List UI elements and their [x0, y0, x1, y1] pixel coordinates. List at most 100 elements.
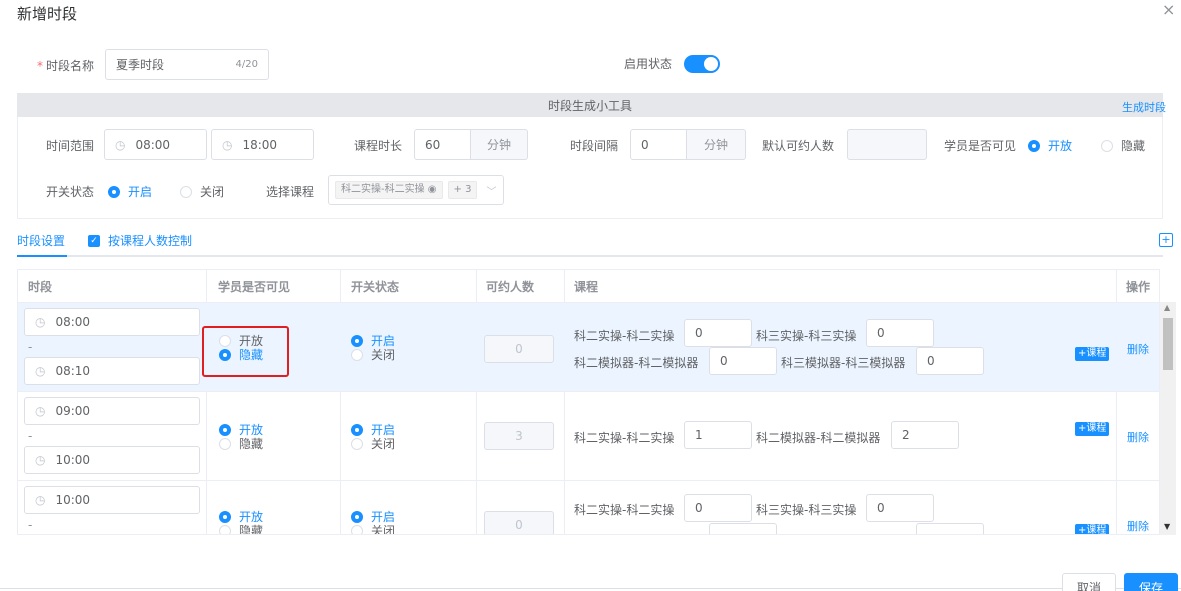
radio-icon	[219, 510, 231, 523]
radio-label: 隐藏	[239, 437, 264, 451]
checkbox-label: 按课程人数控制	[108, 234, 193, 248]
clock-icon: ◷	[35, 364, 46, 378]
radio-label: 开启	[128, 185, 153, 199]
visible-label: 学员是否可见	[944, 139, 1017, 153]
switch-off-radio[interactable]: 关闭	[180, 183, 224, 200]
default-count-label: 默认可约人数	[762, 139, 835, 153]
visible-open-radio[interactable]: 开放	[1028, 137, 1072, 154]
switch-off-radio[interactable]: 关闭	[351, 435, 395, 452]
radio-icon	[351, 348, 363, 361]
visible-hidden-radio[interactable]: 隐藏	[219, 435, 263, 452]
col-header-switch: 开关状态	[351, 279, 400, 294]
interval-label: 时段间隔	[570, 139, 619, 153]
close-icon[interactable]: ×	[1162, 0, 1175, 19]
count-input[interactable]: 3	[484, 422, 554, 450]
tabs-divider	[17, 255, 1163, 257]
generate-link[interactable]: 生成时段	[1122, 99, 1166, 115]
slot-start-value: 08:00	[55, 315, 91, 329]
clock-icon: ◷	[222, 137, 233, 152]
slot-end-input[interactable]: ◷ 10:00	[24, 446, 200, 474]
switch-off-radio[interactable]: 关闭	[351, 346, 395, 363]
scroll-up-icon[interactable]: ▲	[1164, 303, 1170, 312]
end-time-value: 18:00	[242, 137, 278, 152]
add-course-button[interactable]: +课程	[1075, 524, 1110, 534]
duration-input[interactable]: 60	[414, 129, 471, 160]
start-time-input[interactable]: ◷ 08:00	[104, 129, 207, 160]
slot-start-input[interactable]: ◷ 09:00	[24, 397, 200, 425]
count-input[interactable]: 0	[484, 511, 554, 534]
generator-header: 时段生成小工具	[17, 93, 1163, 117]
add-course-button[interactable]: +课程	[1075, 422, 1110, 436]
course-select[interactable]: 科二实操-科二实操 ◉ + 3 ﹀	[328, 175, 504, 205]
radio-label: 关闭	[371, 348, 396, 362]
duration-unit: 分钟	[471, 129, 528, 160]
col-header-slot: 时段	[28, 279, 53, 294]
slot-start-input[interactable]: ◷ 08:00	[24, 308, 200, 336]
course-count-checkbox[interactable]: ✓ 按课程人数控制	[88, 232, 192, 249]
visible-hidden-radio[interactable]: 隐藏	[1101, 137, 1145, 154]
course-count-input[interactable]: 0	[866, 494, 934, 522]
radio-icon	[1101, 139, 1113, 152]
course-name: 科二模拟器-科二模拟器	[574, 356, 699, 370]
add-icon[interactable]: +	[1159, 233, 1173, 247]
course-count-value: 0	[927, 354, 935, 368]
radio-icon	[219, 334, 231, 347]
course-count-value: 0	[720, 354, 728, 368]
slot-end-input[interactable]	[24, 534, 200, 535]
course-count-input[interactable]: 1	[684, 421, 752, 449]
start-time-value: 08:00	[135, 137, 171, 152]
visible-hidden-radio[interactable]: 隐藏	[219, 522, 263, 534]
course-count-input[interactable]	[709, 523, 777, 534]
radio-icon	[219, 524, 231, 534]
course-count-input[interactable]: 0	[684, 319, 752, 347]
radio-icon	[219, 348, 231, 361]
count-value: 3	[515, 429, 523, 443]
visible-hidden-radio[interactable]: 隐藏	[219, 346, 263, 363]
radio-label: 关闭	[200, 185, 225, 199]
switch-off-radio[interactable]: 关闭	[351, 522, 395, 534]
enable-switch[interactable]	[684, 55, 720, 73]
course-count-input[interactable]: 0	[684, 494, 752, 522]
radio-icon	[219, 437, 231, 450]
course-count-input[interactable]: 0	[866, 319, 934, 347]
course-count-input[interactable]: 0	[709, 347, 777, 375]
col-header-visible: 学员是否可见	[218, 279, 291, 294]
save-button[interactable]: 保存	[1124, 573, 1178, 591]
name-input[interactable]: 夏季时段 4/20	[105, 49, 269, 80]
col-header-count: 可约人数	[486, 279, 535, 294]
scrollbar-thumb[interactable]	[1163, 318, 1173, 370]
switch-on-radio[interactable]: 开启	[108, 183, 152, 200]
end-time-input[interactable]: ◷ 18:00	[211, 129, 314, 160]
radio-icon	[351, 423, 363, 436]
count-value: 0	[515, 518, 523, 532]
tab-settings[interactable]: 时段设置	[17, 232, 65, 249]
slot-start-value: 09:00	[55, 404, 91, 418]
slot-start-input[interactable]: ◷ 10:00	[24, 486, 200, 514]
slot-end-input[interactable]: ◷ 08:10	[24, 357, 200, 385]
add-course-button[interactable]: +课程	[1075, 347, 1110, 361]
radio-icon	[180, 185, 192, 198]
col-header-action: 操作	[1126, 279, 1151, 294]
course-name: 科二实操-科二实操	[574, 503, 675, 517]
interval-input[interactable]: 0	[630, 129, 687, 160]
course-count-value: 2	[902, 428, 910, 442]
status-label: 启用状态	[624, 57, 673, 71]
clock-icon: ◷	[35, 493, 46, 507]
default-count-input[interactable]	[847, 129, 927, 160]
delete-button[interactable]: 删除	[1127, 341, 1149, 357]
course-count-input[interactable]: 0	[916, 347, 984, 375]
delete-button[interactable]: 删除	[1127, 429, 1149, 445]
course-count-input[interactable]	[916, 523, 984, 534]
count-input[interactable]: 0	[484, 335, 554, 363]
count-value: 0	[515, 342, 523, 356]
radio-label: 关闭	[371, 437, 396, 451]
course-count-input[interactable]: 2	[891, 421, 959, 449]
name-value: 夏季时段	[116, 58, 165, 72]
course-tag: 科二实操-科二实操 ◉	[335, 181, 443, 199]
course-name: 科三模拟器-科三模拟器	[781, 356, 906, 370]
course-count-value: 0	[877, 326, 885, 340]
cancel-button[interactable]: 取消	[1062, 573, 1116, 591]
scroll-down-icon[interactable]: ▼	[1164, 522, 1170, 531]
delete-button[interactable]: 删除	[1127, 518, 1149, 534]
clock-icon: ◷	[35, 404, 46, 418]
